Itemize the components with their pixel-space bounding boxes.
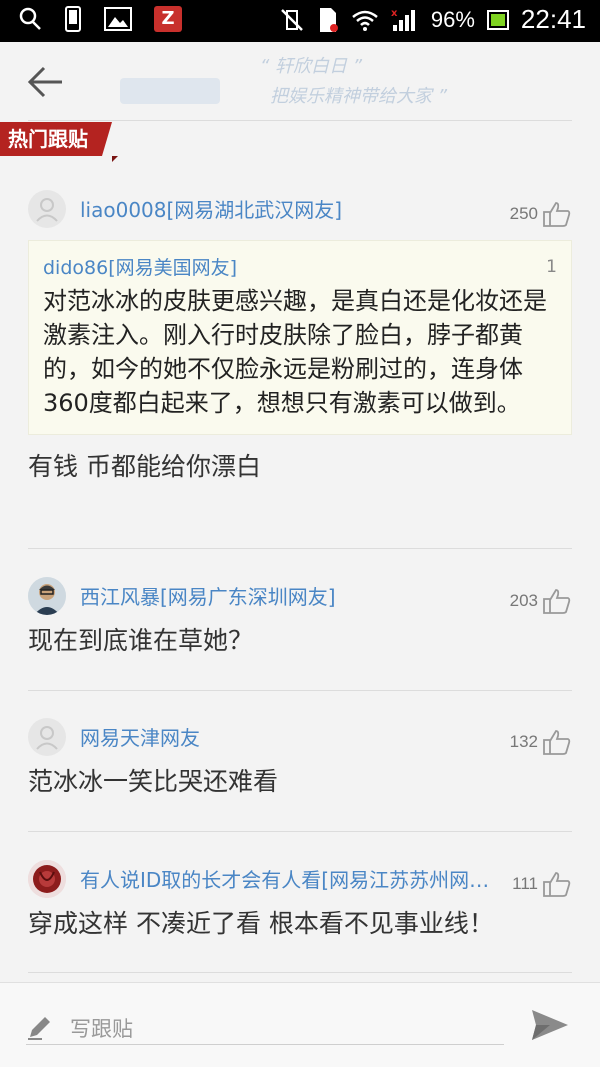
- battery-percent: 96%: [430, 6, 475, 32]
- section-tag-hot-comments: 热门跟贴: [0, 122, 112, 156]
- like-button[interactable]: 250: [510, 200, 572, 228]
- quoted-floor-number: 1: [546, 257, 557, 277]
- like-count: 203: [509, 591, 538, 610]
- comment-text: 穿成这样 不凑近了看 根本看不见事业线！: [28, 909, 494, 938]
- thumbs-up-icon[interactable]: [542, 200, 572, 228]
- status-bar: Z x 96% 22:41: [0, 0, 600, 42]
- reply-input[interactable]: 写跟贴: [26, 1005, 504, 1045]
- thumbs-up-icon[interactable]: [542, 870, 572, 898]
- header-divider: [28, 120, 572, 121]
- comment-item: 网易天津网友 132 范冰冰一笑比哭还难看: [28, 718, 572, 800]
- comment-item: 西江风暴[网易广东深圳网友] 203 现在到底谁在草她？: [28, 577, 572, 659]
- comment-item: liao0008[网易湖北武汉网友] 250 dido86[网易美国网友] 1 …: [28, 190, 572, 485]
- comment-text: 现在到底谁在草她？: [28, 626, 254, 655]
- comment-username[interactable]: 西江风暴[网易广东深圳网友]: [80, 581, 336, 610]
- comment-username[interactable]: liao0008[网易湖北武汉网友]: [80, 194, 342, 223]
- default-avatar-icon[interactable]: [28, 718, 66, 756]
- app-badge-icon: Z: [154, 6, 182, 32]
- comment-text: 有钱 币都能给你漂白: [28, 452, 261, 481]
- comment-divider: [28, 548, 572, 549]
- quoted-text: 对范冰冰的皮肤更感兴趣，是真白还是化妆还是激素注入。刚入行时皮肤除了脸白，脖子都…: [43, 287, 547, 417]
- comment-divider: [28, 690, 572, 691]
- pencil-icon: [28, 1017, 50, 1040]
- sim-card-icon: [319, 7, 338, 32]
- wifi-icon: [352, 10, 378, 31]
- comment-item: 有人说ID取的长才会有人看[网易江苏苏州网友] 111 穿成这样 不凑近了看 根…: [28, 860, 572, 942]
- comment-divider: [28, 831, 572, 832]
- like-count: 250: [509, 204, 538, 223]
- battery-icon: [486, 9, 509, 30]
- like-count: 132: [509, 732, 538, 751]
- vibrate-off-icon: [280, 8, 303, 31]
- search-icon: [19, 7, 41, 30]
- reply-placeholder: 写跟贴: [70, 1017, 133, 1041]
- banner-line-1: “ 轩欣白日 ”: [260, 56, 363, 77]
- comment-username[interactable]: 网易天津网友: [80, 722, 200, 751]
- default-avatar-icon[interactable]: [28, 190, 66, 228]
- signal-icon: x: [391, 8, 415, 31]
- app-header: “ 轩欣白日 ” 把娱乐精神带给大家 ”: [0, 42, 600, 120]
- comment-divider: [28, 972, 572, 973]
- thumbs-up-icon[interactable]: [542, 587, 572, 615]
- banner-line-2: 把娱乐精神带给大家 ”: [270, 86, 448, 107]
- like-button[interactable]: 111: [512, 870, 572, 898]
- like-count: 111: [512, 874, 538, 893]
- header-banner: “ 轩欣白日 ” 把娱乐精神带给大家 ”: [70, 50, 530, 114]
- user-avatar[interactable]: [28, 860, 66, 898]
- quoted-comment: dido86[网易美国网友] 1 对范冰冰的皮肤更感兴趣，是真白还是化妆还是激素…: [28, 240, 572, 435]
- quoted-username[interactable]: dido86[网易美国网友]: [43, 253, 557, 280]
- send-icon[interactable]: [530, 1007, 570, 1043]
- user-avatar[interactable]: [28, 577, 66, 615]
- phone-icon: [65, 6, 81, 32]
- reply-bar: 写跟贴: [0, 982, 600, 1067]
- comment-text: 范冰冰一笑比哭还难看: [28, 767, 279, 796]
- like-button[interactable]: 132: [510, 728, 572, 756]
- banner-badge: [120, 78, 220, 104]
- section-tag-fold: [112, 156, 118, 162]
- svg-text:x: x: [391, 8, 398, 19]
- image-icon: [104, 7, 132, 31]
- clock: 22:41: [520, 4, 586, 34]
- like-button[interactable]: 203: [510, 587, 572, 615]
- comment-username[interactable]: 有人说ID取的长才会有人看[网易江苏苏州网友]: [80, 864, 492, 893]
- thumbs-up-icon[interactable]: [542, 728, 572, 756]
- back-arrow-icon[interactable]: [24, 60, 68, 104]
